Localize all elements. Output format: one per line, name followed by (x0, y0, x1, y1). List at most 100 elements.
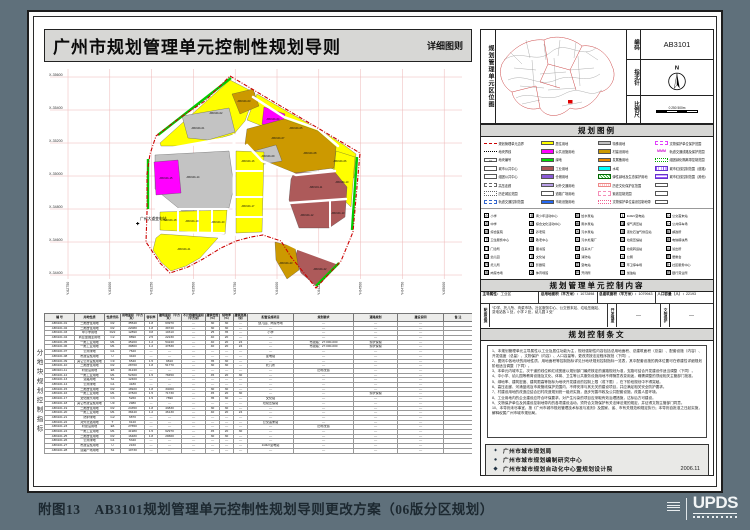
facility-symbol-icon: 银 (666, 270, 671, 275)
plot-label: AB3101-20 (212, 220, 226, 224)
legend-item: 紫线控制范围 (598, 189, 653, 197)
facility-symbol-item: 消消防站 (575, 252, 619, 260)
legend-item: 历史城区范围 (484, 189, 539, 197)
y-axis-label: Y-63750 (233, 282, 237, 295)
legend-item (655, 181, 710, 189)
table-cell: 其它市政设施用地 (75, 401, 105, 406)
legend-swatch-box (655, 191, 668, 196)
facility-symbol-icon: 小 (484, 213, 489, 218)
facility-symbol-icon: 环 (620, 262, 625, 267)
facility-symbol-icon: 影 (529, 262, 534, 267)
legend-item: 市政设施用地 (541, 198, 596, 206)
legend-label: 弹性绿地及生态保护用地 (613, 174, 648, 179)
legend-item: 轨道交通控制范围 (484, 198, 539, 206)
legend-swatch-dashmagenta (655, 141, 668, 146)
facility-symbol-label: 幼儿园 (491, 254, 500, 259)
table-cell: 道路广场用地 (75, 448, 105, 453)
attr-cell: 主导属性：工业区 (481, 292, 539, 303)
plot-label: AB3101-10 (336, 180, 350, 184)
legend-item: 公共设施用地 (541, 147, 596, 155)
meta-column: 编码 AB3101 指北针 N (627, 30, 713, 123)
facility-symbol-label: 污水处理厂 (581, 237, 596, 242)
plot-label: AB3101-16 (242, 159, 256, 163)
legend-item: 仓储用地 (541, 173, 596, 181)
legend-label: 地块编号 (499, 157, 512, 162)
legend-swatch-fill (598, 166, 611, 171)
table-header-cell: 建设说明 (398, 314, 444, 322)
facility-symbol-label: 小学 (491, 213, 497, 218)
legend-label: 城市公共中心 (499, 166, 518, 171)
legend-label: 城市红线控制范围（道路） (670, 166, 708, 171)
facility-symbol-item: 1110kV变电站 (620, 211, 664, 219)
legend-item: 文物保护单位建设控制地带 (598, 198, 653, 206)
legend-swatch-box (655, 183, 668, 188)
table-cell: — (354, 448, 398, 453)
legend-item: 道路广场用地 (541, 189, 596, 197)
north-arrow-icon: N (665, 63, 689, 93)
location-map-label: 规划管理单元区位图 (481, 30, 496, 123)
facility-symbol-item: 煤煤气调压站 (620, 219, 664, 227)
provision-clause: 5、绿地率、建筑密度、建筑限高等指标为地块开发建设的控制上限（或下限），在下阶段… (492, 380, 702, 385)
legend-grid: 规划管理单元边界地块界线01地块编号城市公共中心组团公共中心高压走廊历史城区范围… (481, 137, 713, 208)
facility-symbol-icon: 托 (484, 262, 489, 267)
legend-label: 组团公共中心 (499, 174, 518, 179)
facility-symbol-item: 给给水泵站 (575, 211, 619, 219)
facility-symbol-label: 邮政所 (672, 229, 681, 234)
x-axis-label: X-34600 (49, 238, 63, 242)
plot-label: AB3101-07 (272, 136, 286, 140)
facility-symbol-label: 文化站 (536, 254, 545, 259)
intensity-label: 开发强度 (608, 304, 617, 327)
plot-label: AB3101-01 (192, 126, 206, 130)
north-row: 指北针 N (627, 60, 713, 96)
facility-symbol-label: 雨水泵站 (581, 221, 593, 226)
legend-label: 特殊用地 (613, 141, 626, 146)
legend-item: 规划管理单元边界 (484, 139, 539, 147)
legend-item: 01地块编号 (484, 156, 539, 164)
facility-symbol-label: 加油站 (627, 270, 636, 275)
facility-symbol-label: 图书馆 (536, 246, 545, 251)
legend-swatch-fill (598, 149, 611, 154)
left-vertical-label: 分地块规划控制指标 (31, 317, 43, 467)
facility-symbol-item: 加加油站 (620, 269, 664, 277)
facility-symbol-icon: 液 (620, 229, 625, 234)
legend-item: MMM轨道交通线路及保护范围 (655, 147, 710, 155)
logo-text: UPDS (693, 494, 738, 512)
legend-swatch-fill (541, 158, 554, 163)
facility-symbol-item: 银银行营业所 (666, 269, 710, 277)
legend-swatch-dotsgreenbox (655, 158, 668, 163)
plot-label: AB3101-19 (186, 219, 200, 223)
heritage-label: 文物保护 (661, 304, 670, 327)
facility-symbol-item: 托托儿所 (484, 261, 528, 269)
legend-label: 文物保护单位建设控制地带 (613, 199, 651, 204)
legend-item: 弹性绿地及生态保护用地 (598, 173, 653, 181)
inner-frame: 分地块规划控制指标 广州市规划管理单元控制性规划导则 详细图则 Y-62750Y… (33, 16, 717, 487)
facility-symbol-label: 综合文化活动中心 (536, 221, 561, 226)
legend-swatch-linered (484, 143, 497, 144)
legend-item: 城市红线控制范围（其他） (655, 173, 710, 181)
plot-label: AB3101-21 (178, 247, 192, 251)
title-bar: 广州市规划管理单元控制性规划导则 详细图则 (44, 29, 472, 62)
site-label: 广州大道变电站 (140, 216, 167, 221)
zoning-map-svg: Y-62750Y-63000Y-63250Y-63500Y-63750Y-640… (48, 67, 464, 309)
plot-label: AB3101-06 (334, 159, 348, 163)
table-cell (444, 448, 473, 453)
table-header-cell: 绿地率（%） (220, 314, 234, 322)
legend-swatch-dashdotpink (598, 200, 611, 205)
x-axis-label: X-35600 (49, 73, 63, 77)
scale-row: 比例尺 0 250 500m (627, 96, 713, 123)
legend-item: 历史文化保护区范围 (598, 181, 653, 189)
provision-clause: 2、图则中各地块的用地性质、用地面积等控制指标详见分地块规划控制指标一览表，其中… (492, 359, 702, 368)
control-content: 主导属性：工业区 总用地面积（平方米）：1072898 总建筑面积（平方米）：1… (481, 292, 713, 328)
facility-symbol-item: 养养老院 (529, 228, 573, 236)
facility-symbol-label: 开闭所 (581, 270, 590, 275)
facility-symbol-icon: 综 (529, 221, 534, 226)
facility-symbol-label: 社区服务中心 (672, 262, 691, 267)
legend-item: 对外交通用地 (541, 181, 596, 189)
table-cell: — (145, 448, 158, 453)
legend-swatch-fill (541, 141, 554, 146)
table-header-cell: 不计容建筑面积（平方米） (182, 314, 206, 322)
facility-symbol-label: 公共停车场 (672, 221, 687, 226)
legend-item: 发展备用地 (598, 156, 653, 164)
facility-symbol-icon: 公 (666, 213, 671, 218)
facility-symbol-label: 垃圾转运站 (627, 246, 642, 251)
